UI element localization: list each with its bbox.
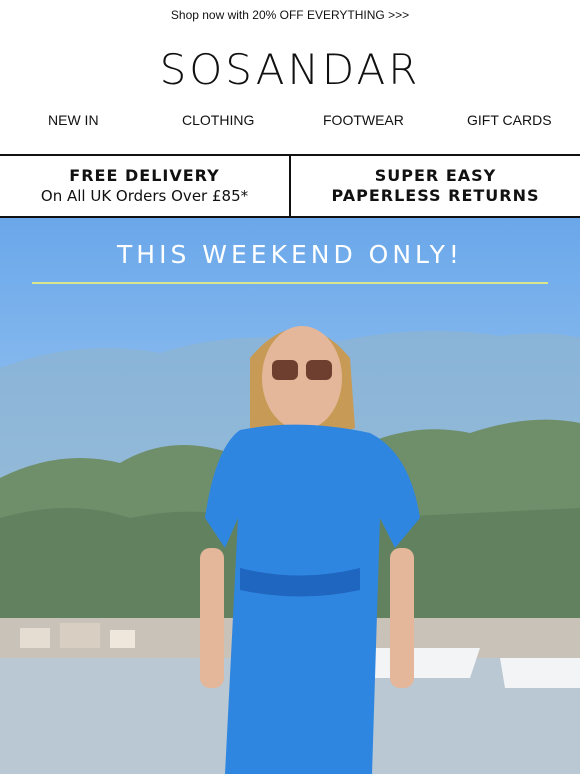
nav-item-clothing[interactable]: CLOTHING [182, 112, 254, 128]
hero-divider [32, 282, 548, 284]
hero-title: THIS WEEKEND ONLY! [117, 240, 463, 269]
free-delivery-subtitle: On All UK Orders Over £85* [40, 187, 249, 205]
returns-usp[interactable]: SUPER EASY PAPERLESS RETURNS [291, 156, 580, 216]
hero-banner[interactable]: THIS WEEKEND ONLY! [0, 218, 580, 774]
hero-photo [0, 326, 580, 774]
main-nav: NEW IN CLOTHING FOOTWEAR GIFT CARDS [0, 112, 580, 136]
nav-item-gift-cards[interactable]: GIFT CARDS [467, 112, 552, 128]
usp-bar: FREE DELIVERY On All UK Orders Over £85*… [0, 154, 580, 218]
promo-banner-link[interactable]: Shop now with 20% OFF EVERYTHING >>> [0, 0, 580, 30]
free-delivery-usp[interactable]: FREE DELIVERY On All UK Orders Over £85* [0, 156, 291, 216]
brand-logo[interactable]: SOSANDAR [0, 44, 580, 94]
nav-item-new-in[interactable]: NEW IN [48, 112, 99, 128]
returns-line-2: PAPERLESS RETURNS [331, 186, 540, 205]
free-delivery-title: FREE DELIVERY [69, 166, 220, 185]
returns-line-1: SUPER EASY [374, 166, 497, 185]
nav-item-footwear[interactable]: FOOTWEAR [323, 112, 404, 128]
